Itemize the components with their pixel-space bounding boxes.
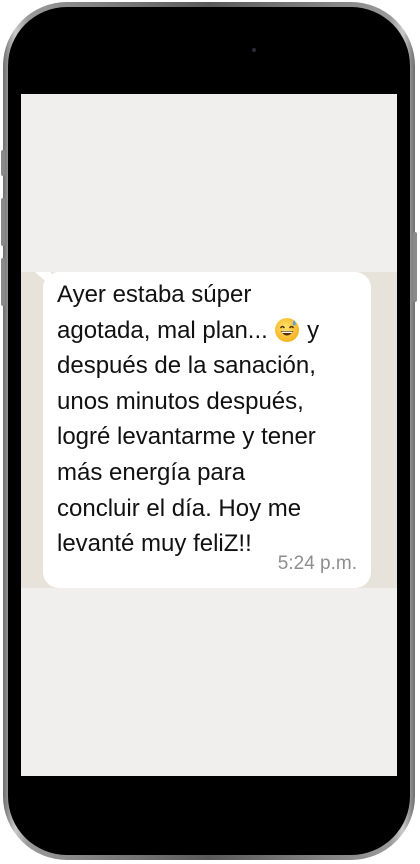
phone-frame: Ayer estaba súper agotada, mal plan... y… <box>1 2 417 860</box>
message-line: logré levantarme y tener <box>57 423 316 451</box>
message-line: más energía para <box>57 458 246 486</box>
power-button <box>413 232 417 302</box>
message-line: Ayer estaba súper <box>57 281 252 308</box>
message-line: y <box>300 316 320 344</box>
message-bubble[interactable]: Ayer estaba súper agotada, mal plan... y… <box>43 272 371 588</box>
action-button <box>1 150 5 176</box>
message-line: después de la sanación, <box>57 352 316 380</box>
message-line: agotada, mal plan... <box>57 316 275 344</box>
volume-up-button <box>1 198 5 246</box>
message-timestamp: 5:24 p.m. <box>277 553 357 574</box>
camera-dot <box>252 48 256 52</box>
phone-screen: Ayer estaba súper agotada, mal plan... y… <box>21 94 397 776</box>
message-line: unos minutos después, <box>57 387 304 415</box>
message-line: concluir el día. Hoy me <box>57 494 302 522</box>
grinning-face-with-sweat-icon <box>275 317 300 342</box>
volume-down-button <box>1 258 5 306</box>
message-line: levanté muy feliZ!! <box>57 530 252 558</box>
message-text: Ayer estaba súper agotada, mal plan... y… <box>57 277 362 562</box>
phone-bezel: Ayer estaba súper agotada, mal plan... y… <box>8 7 410 855</box>
